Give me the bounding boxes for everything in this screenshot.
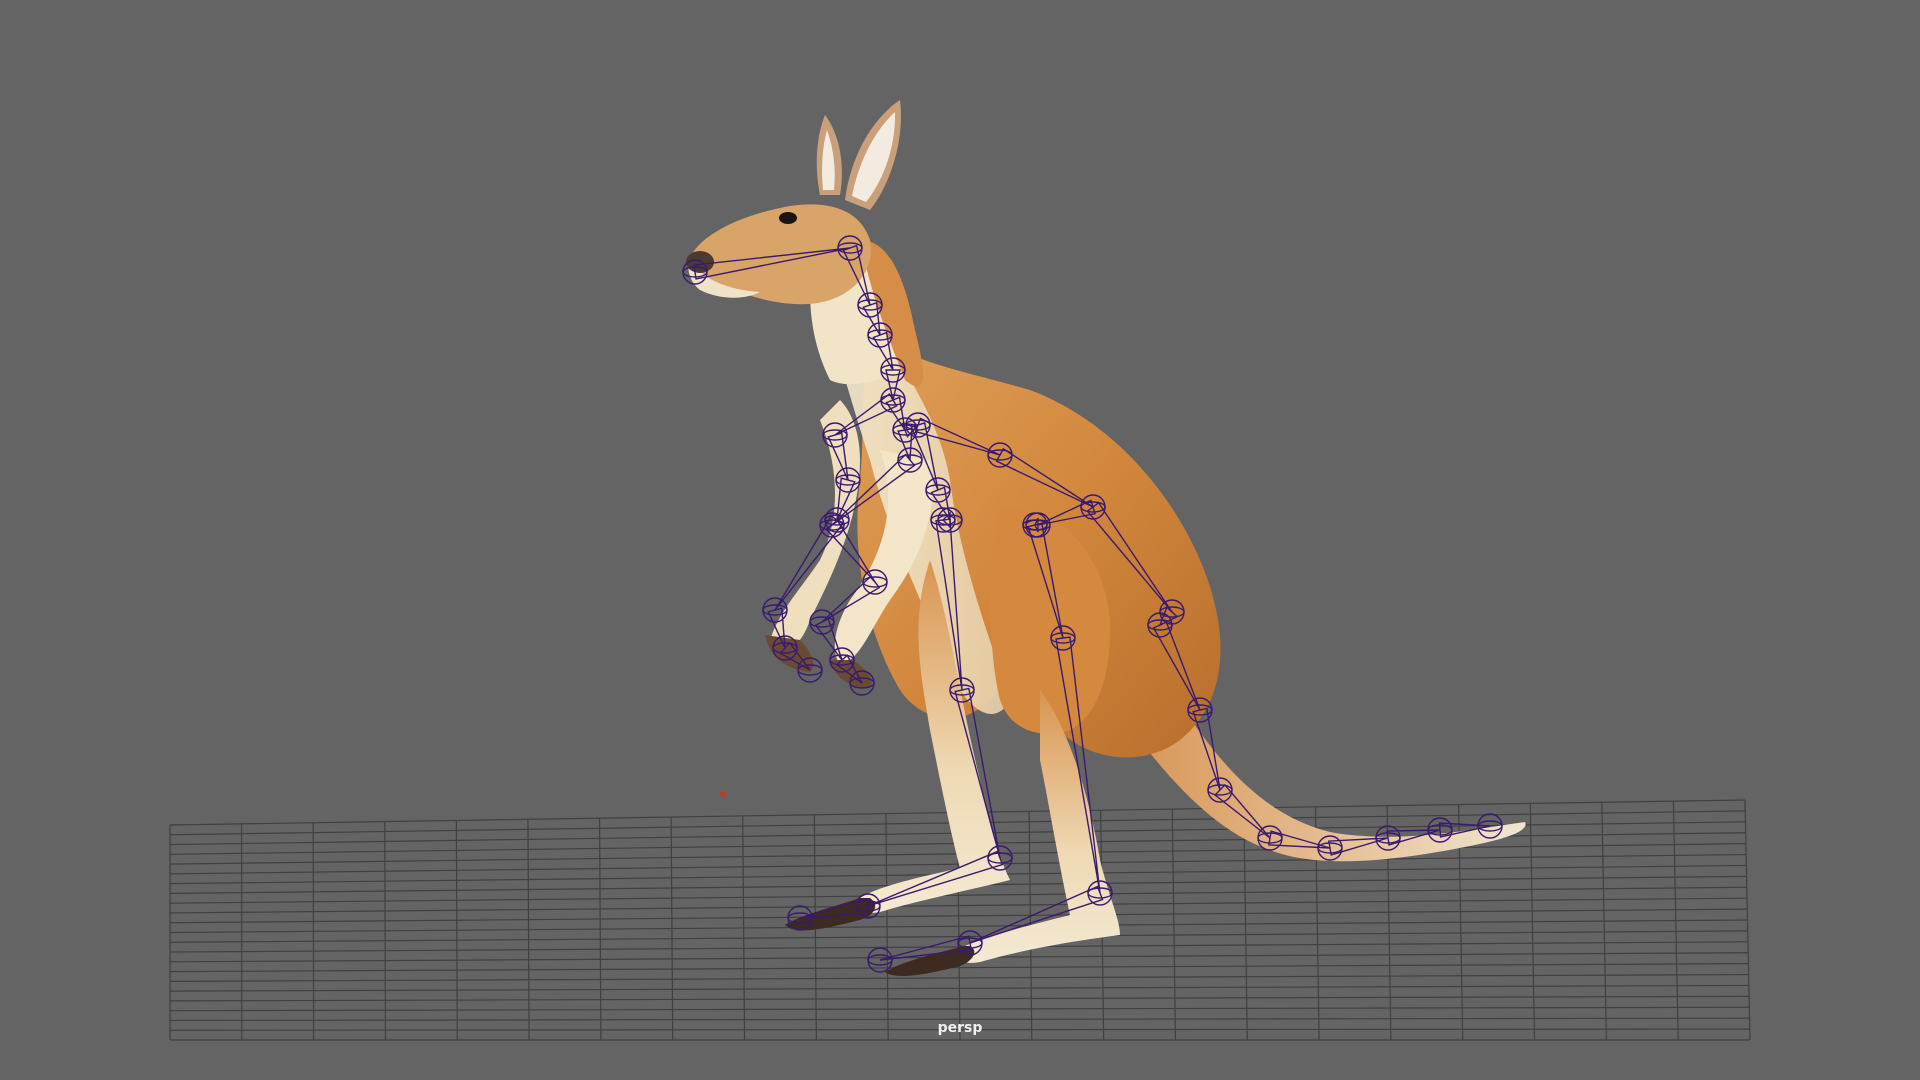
kangaroo-nose [686, 251, 714, 273]
kangaroo-eye [779, 212, 797, 224]
kangaroo-model[interactable] [686, 100, 1526, 977]
grid-line [384, 821, 387, 1041]
grid-line [598, 818, 602, 1041]
grid-line [527, 819, 530, 1041]
viewport-panel[interactable]: persp [0, 0, 1920, 1080]
camera-label: persp [937, 1020, 983, 1036]
grid-line [455, 820, 458, 1041]
scene-canvas[interactable] [0, 0, 1920, 1080]
origin-marker [720, 791, 726, 797]
grid-line [670, 817, 674, 1041]
